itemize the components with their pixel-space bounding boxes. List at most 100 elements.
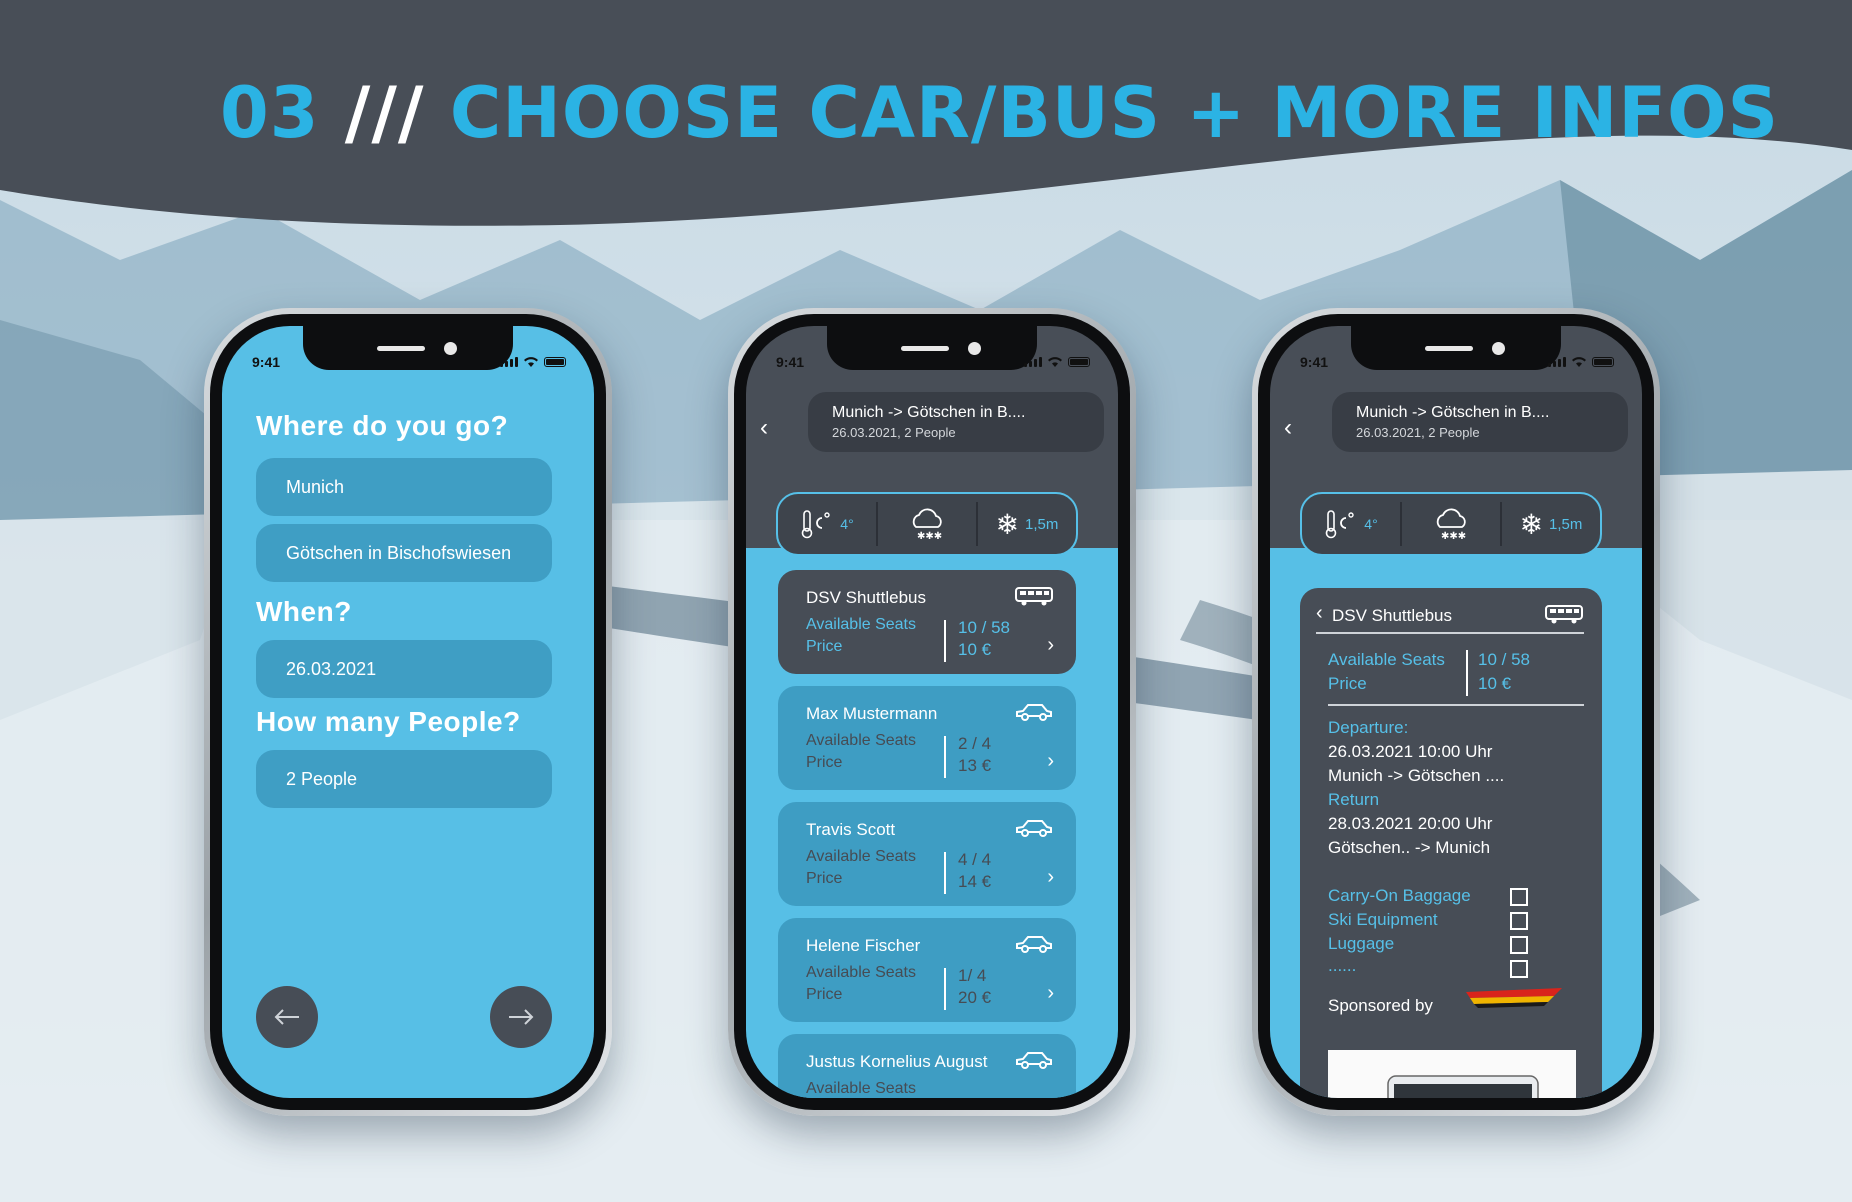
temperature: 4° xyxy=(1302,502,1400,546)
temperature: 4° xyxy=(778,502,876,546)
signal-icon xyxy=(1548,357,1566,367)
price-label: Price xyxy=(806,870,843,887)
status-icons xyxy=(1024,356,1090,367)
driver-name: DSV Shuttlebus xyxy=(806,588,927,607)
ride-card[interactable]: Travis Scott Available Seats Price 4 / 4… xyxy=(778,802,1076,906)
driver-name: Travis Scott xyxy=(806,820,896,839)
return-route: Götschen.. -> Munich xyxy=(1328,838,1491,857)
seats-value: 10 / 58 xyxy=(958,618,1010,637)
seats-value: 4 / 4 xyxy=(958,850,992,869)
car-icon xyxy=(1016,820,1052,837)
car-icon xyxy=(1016,1052,1052,1069)
notch xyxy=(827,326,1037,370)
snow-depth-value: 1,5m xyxy=(1025,515,1059,533)
seats-label: Available Seats xyxy=(1328,650,1445,669)
temperature-value: 4° xyxy=(840,516,854,532)
from-input[interactable]: Munich xyxy=(256,458,552,516)
weather-condition: ✱✱✱ xyxy=(876,502,976,546)
thermometer-icon xyxy=(801,510,830,539)
dsv-logo xyxy=(1466,988,1562,1008)
car-icon xyxy=(1016,704,1052,721)
driver-name: Helene Fischer xyxy=(806,936,921,955)
trip-details: 26.03.2021, 2 People xyxy=(832,425,956,440)
seats-label: Available Seats xyxy=(806,1080,916,1097)
bus-photo xyxy=(1328,1050,1576,1098)
driver-name: Justus Kornelius August xyxy=(806,1052,988,1071)
back-chevron-icon[interactable]: ‹ xyxy=(1284,414,1292,442)
trip-details: 26.03.2021, 2 People xyxy=(1356,425,1480,440)
trip-summary[interactable]: Munich -> Götschen in B.... 26.03.2021, … xyxy=(808,392,1104,452)
question-where: Where do you go? xyxy=(256,410,509,441)
notch xyxy=(1351,326,1561,370)
detail-header: ‹ DSV Shuttlebus xyxy=(1316,602,1584,634)
seats-value: 2 / 4 xyxy=(958,734,992,753)
snow-depth: ❄ 1,5m xyxy=(976,502,1076,546)
price-label: Price xyxy=(806,986,843,1003)
snowflake-icon: ❄ xyxy=(995,508,1020,540)
return-time: 28.03.2021 20:00 Uhr xyxy=(1328,814,1493,833)
back-button[interactable] xyxy=(256,986,318,1048)
ride-card[interactable]: DSV Shuttlebus Available Seats Price 10 … xyxy=(778,570,1076,674)
signal-icon xyxy=(500,357,518,367)
price-value: 20 € xyxy=(958,988,992,1007)
title-number: 03 xyxy=(220,72,320,154)
seats-value: 1/ 4 xyxy=(958,966,987,985)
status-icons xyxy=(1548,356,1614,367)
svg-text:✱✱✱: ✱✱✱ xyxy=(917,531,942,541)
status-time: 9:41 xyxy=(252,354,281,370)
phone-ride-detail: 9:41 ‹ Munich -> Götschen in B.... 26.03… xyxy=(1252,308,1660,1116)
next-button[interactable] xyxy=(490,986,552,1048)
carry-on-checkbox[interactable] xyxy=(1510,888,1528,906)
bus-icon xyxy=(1015,587,1053,606)
svg-text:✱✱✱: ✱✱✱ xyxy=(1441,531,1466,541)
date-input[interactable]: 26.03.2021 xyxy=(256,640,552,698)
wifi-icon xyxy=(1572,357,1586,367)
trip-route: Munich -> Götschen in B.... xyxy=(1356,404,1550,421)
seats-label: Available Seats xyxy=(806,964,916,981)
ride-card[interactable]: Justus Kornelius August Available Seats xyxy=(778,1034,1076,1098)
screen-ride-list: 9:41 ‹ Munich -> Götschen in B.... 26.03… xyxy=(746,326,1118,1098)
seats-label: Available Seats xyxy=(806,616,916,633)
battery-icon xyxy=(1068,357,1090,367)
price-value: 13 € xyxy=(958,756,992,775)
departure-time: 26.03.2021 10:00 Uhr xyxy=(1328,742,1493,761)
sponsored-by-label: Sponsored by xyxy=(1328,996,1433,1015)
status-time: 9:41 xyxy=(1300,354,1329,370)
screen-search: 9:41 Where do you go? Munich Götschen in… xyxy=(222,326,594,1098)
luggage-checkbox[interactable] xyxy=(1510,936,1528,954)
return-label: Return xyxy=(1328,790,1380,809)
ride-list: DSV Shuttlebus Available Seats Price 10 … xyxy=(746,548,1118,1098)
to-input[interactable]: Götschen in Bischofswiesen xyxy=(256,524,552,582)
trip-summary[interactable]: Munich -> Götschen in B.... 26.03.2021, … xyxy=(1332,392,1628,452)
weather-bar: 4° ✱✱✱ ❄ 1,5m xyxy=(776,492,1078,556)
page-title: 03 /// CHOOSE CAR/BUS + MORE INFOS xyxy=(220,72,1779,154)
ride-detail-card: ‹ DSV Shuttlebus Available Seats Price 1… xyxy=(1300,588,1602,1098)
thermometer-icon xyxy=(1325,510,1354,539)
price-value: 10 € xyxy=(1478,674,1512,693)
back-chevron-icon[interactable]: ‹ xyxy=(760,414,768,442)
price-label: Price xyxy=(1328,674,1367,693)
battery-icon xyxy=(544,357,566,367)
question-when: When? xyxy=(256,596,352,627)
screen-ride-detail: 9:41 ‹ Munich -> Götschen in B.... 26.03… xyxy=(1270,326,1642,1098)
price-value: 10 € xyxy=(958,640,992,659)
price-label: Price xyxy=(806,638,843,655)
question-people: How many People? xyxy=(256,706,521,737)
header-band: 03 /// CHOOSE CAR/BUS + MORE INFOS xyxy=(0,0,1852,240)
title-text: CHOOSE CAR/BUS + MORE INFOS xyxy=(449,72,1780,154)
weather-condition: ✱✱✱ xyxy=(1400,502,1500,546)
chevron-left-icon[interactable]: ‹ xyxy=(1316,602,1323,625)
ride-card[interactable]: Max Mustermann Available Seats Price 2 /… xyxy=(778,686,1076,790)
notch xyxy=(303,326,513,370)
seats-value: 10 / 58 xyxy=(1478,650,1530,669)
temperature-value: 4° xyxy=(1364,516,1378,532)
detail-name: DSV Shuttlebus xyxy=(1332,606,1453,625)
battery-icon xyxy=(1592,357,1614,367)
seats-label: Available Seats xyxy=(806,732,916,749)
people-input[interactable]: 2 People xyxy=(256,750,552,808)
status-time: 9:41 xyxy=(776,354,805,370)
ski-equipment-checkbox[interactable] xyxy=(1510,912,1528,930)
ride-card[interactable]: Helene Fischer Available Seats Price 1/ … xyxy=(778,918,1076,1022)
more-checkbox[interactable] xyxy=(1510,960,1528,978)
signal-icon xyxy=(1024,357,1042,367)
